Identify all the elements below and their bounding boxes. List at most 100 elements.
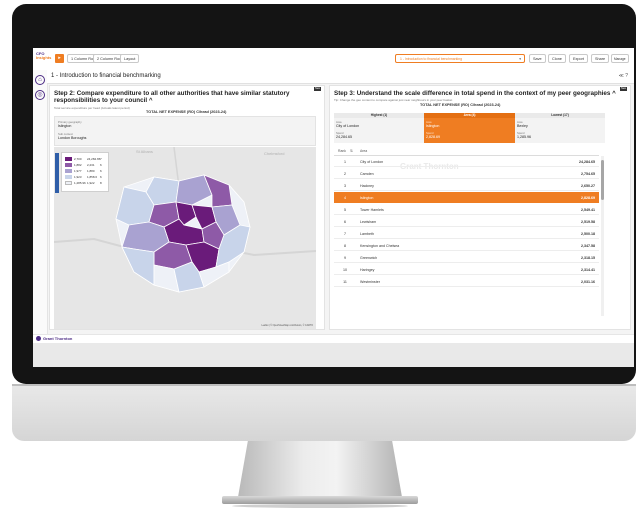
sub-context-value: London Boroughs <box>58 136 87 140</box>
area-cell: Kensington and Chelsea <box>360 244 400 248</box>
page-titlebar: 1 - Introduction to financial benchmarki… <box>47 70 634 84</box>
legend-low: 1,977 <box>74 169 82 173</box>
legend-swatch <box>65 157 72 161</box>
map-attribution[interactable]: Leaflet | © OpenStreetMap contributors, … <box>261 325 313 327</box>
rank-cell: 5 <box>344 208 346 212</box>
export-button[interactable]: Export <box>569 54 588 63</box>
choropleth-map[interactable]: 2,700 24,284.65 7 1,882 2,231 6 1,977 1,880 6 … <box>54 147 316 329</box>
footer-bar: Grant Thornton <box>33 334 634 343</box>
zoom-control[interactable] <box>55 153 59 193</box>
spend-cell: 24,284.65 <box>579 160 595 164</box>
screen-empty-area <box>33 343 634 367</box>
rank-cell: 11 <box>343 280 347 284</box>
button-label: Share <box>595 57 606 61</box>
selected-area-card: Area (4) Area Islington Spend 2,828.69 <box>424 113 515 143</box>
rank-cell: 2 <box>344 172 346 176</box>
rank-column-header[interactable]: Rank <box>338 149 346 153</box>
legend-high: 1,922 <box>87 181 95 185</box>
legend-row: 1,882 2,231 6 <box>65 163 105 167</box>
logo-text-bottom: Insights <box>36 55 52 60</box>
rank-cell: 3 <box>344 184 346 188</box>
legend-swatch <box>65 175 72 179</box>
button-label: Save <box>533 57 542 61</box>
legend-count: 7 <box>100 157 102 161</box>
rank-cell: 7 <box>344 232 346 236</box>
legend-count: 6 <box>100 169 102 173</box>
area-column-header[interactable]: Area <box>360 149 367 153</box>
legend-count: 6 <box>100 163 102 167</box>
monitor-stand <box>238 441 402 497</box>
sort-icon[interactable]: ⇅ <box>350 149 353 153</box>
area-cell: City of London <box>360 160 384 164</box>
step2-panel: New Step 2: Compare expenditure to all o… <box>49 85 325 330</box>
table-row[interactable]: 5 Tower Hamlets 2,549.41 <box>334 204 599 215</box>
peer-chart-title: TOTAL NET EXPENSE (RO) C/head (2023-24) <box>420 103 501 107</box>
monitor-chin <box>12 384 636 441</box>
table-row[interactable]: 10 Haringey 2,314.41 <box>334 264 599 275</box>
manage-button[interactable]: Manage <box>611 54 629 63</box>
app-logo[interactable]: CFO Insights <box>36 52 51 60</box>
legend-row: 1,977 1,880 6 <box>65 169 105 173</box>
table-row[interactable]: 6 Lewisham 2,519.58 <box>334 216 599 227</box>
table-row[interactable]: 2 Camden 2,754.65 <box>334 168 599 179</box>
spend-value: 24,284.65 <box>336 135 352 139</box>
geography-filter[interactable]: Primary geography Islington Sub context … <box>54 116 316 146</box>
layout-button[interactable]: Layout <box>120 54 140 63</box>
rank-cell: 1 <box>344 160 346 164</box>
area-cell: Camden <box>360 172 374 176</box>
ranking-scrollbar[interactable] <box>601 156 604 316</box>
collapse-help-icons[interactable]: ≪ ? <box>619 73 628 79</box>
spend-cell: 2,031.16 <box>581 280 595 284</box>
legend-count: 8 <box>100 181 102 185</box>
map-legend: 2,700 24,284.65 7 1,882 2,231 6 1,977 1,880 6 … <box>61 152 109 192</box>
selected-header: Area (4) <box>424 113 515 118</box>
table-row[interactable]: 4 Islington 2,828.69 <box>334 192 599 203</box>
scroll-thumb[interactable] <box>601 160 604 200</box>
chevron-down-icon: ▾ <box>519 57 521 61</box>
legend-high: 1,858.6 <box>87 175 98 179</box>
table-row[interactable]: 1 City of London 24,284.65 <box>334 156 599 167</box>
spend-cell: 2,828.69 <box>581 196 595 200</box>
legend-row: 1,923 1,858.6 6 <box>65 175 105 179</box>
monitor-base-shadow <box>232 504 408 508</box>
clone-button[interactable]: Clone <box>548 54 566 63</box>
footer-brand: Grant Thornton <box>43 336 73 341</box>
table-row[interactable]: 11 Westminster 2,031.16 <box>334 276 599 287</box>
spend-cell: 2,519.58 <box>581 220 595 224</box>
top-toolbar: CFO Insights ▸ 1 Column Row 2 Column Row… <box>33 48 634 71</box>
spend-value: 1,285.96 <box>517 135 531 139</box>
legend-low: 1,882 <box>74 163 82 167</box>
home-icon[interactable]: ⌂ <box>35 75 45 85</box>
area-cell: Lambeth <box>360 232 374 236</box>
rank-cell: 9 <box>344 256 346 260</box>
area-cell: Hackney <box>360 184 374 188</box>
table-row[interactable]: 3 Hackney 2,650.27 <box>334 180 599 191</box>
table-row[interactable]: 7 Lambeth 2,500.18 <box>334 228 599 239</box>
button-label: Manage <box>614 57 626 61</box>
dashboard-select[interactable]: 1 - Introduction to financial benchmarki… <box>395 54 525 63</box>
area-cell: Haringey <box>360 268 375 272</box>
legend-high: 1,880 <box>87 169 95 173</box>
spend-cell: 2,500.18 <box>581 232 595 236</box>
share-button[interactable]: Share <box>591 54 610 63</box>
spend-value: 2,828.69 <box>426 135 440 139</box>
lowest-card: Lowest (17) Area Bexley Spend 1,285.96 <box>515 113 605 143</box>
step3-panel: New Step 3: Understand the scale differe… <box>329 85 631 330</box>
area-value: City of London <box>336 124 360 128</box>
compass-icon[interactable]: ◎ <box>35 90 45 100</box>
button-label: Export <box>573 57 584 61</box>
table-row[interactable]: 9 Greenwich 2,318.15 <box>334 252 599 263</box>
menu-button[interactable]: ▸ <box>55 54 64 63</box>
button-label: 2 Column Row <box>97 57 122 61</box>
legend-row: 2,700 24,284.65 7 <box>65 157 105 161</box>
rank-cell: 8 <box>344 244 346 248</box>
table-row[interactable]: 8 Kensington and Chelsea 2,347.58 <box>334 240 599 251</box>
save-button[interactable]: Save <box>529 54 546 63</box>
legend-swatch <box>65 169 72 173</box>
map-place-label: St Albans <box>136 149 153 154</box>
monitor-frame: CFO Insights ▸ 1 Column Row 2 Column Row… <box>12 4 636 441</box>
monitor-base <box>222 496 418 504</box>
spend-cell: 2,314.41 <box>581 268 595 272</box>
area-cell: Tower Hamlets <box>360 208 384 212</box>
legend-count: 6 <box>100 175 102 179</box>
